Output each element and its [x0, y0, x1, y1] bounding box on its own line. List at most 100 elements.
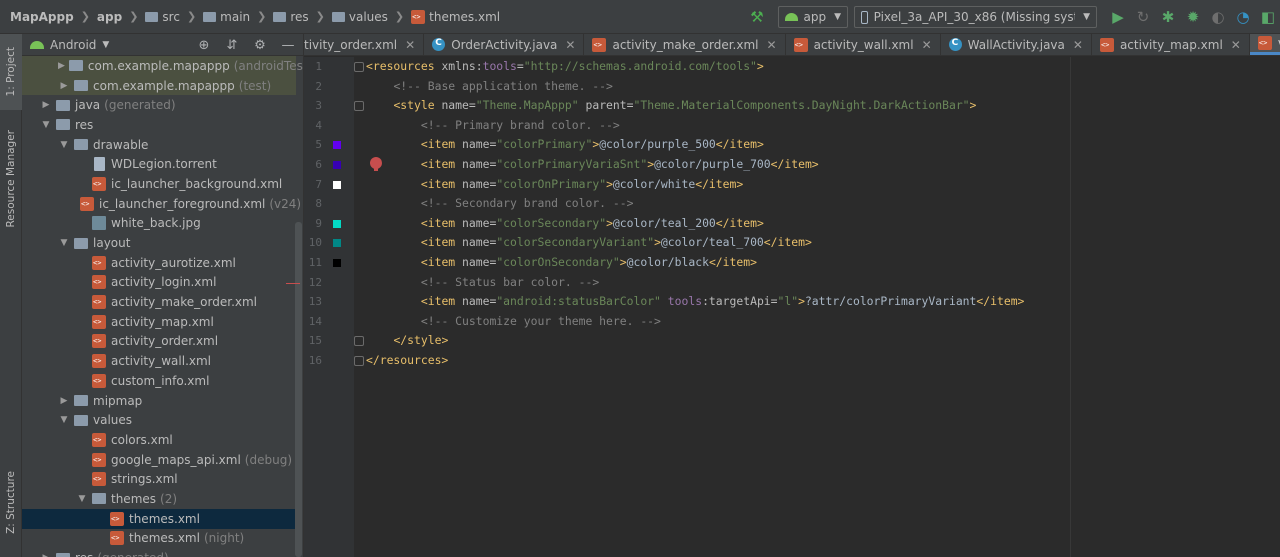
tree-item[interactable]: ▼ layout [22, 233, 296, 253]
device-dropdown[interactable]: Pixel_3a_API_30_x86 (Missing system ima.… [854, 6, 1097, 28]
project-view-selector[interactable]: Android [50, 38, 96, 52]
breadcrumb-item[interactable]: values ❯ [331, 10, 411, 24]
chevron-right-icon: ❯ [129, 10, 139, 23]
coverage-icon[interactable]: ◐ [1208, 7, 1228, 27]
color-swatch[interactable] [333, 161, 341, 169]
editor-tab[interactable]: WallActivity.java ✕ [941, 34, 1092, 55]
tree-item[interactable]: ic_launcher_foreground.xml(v24) [22, 194, 301, 214]
tree-item[interactable]: activity_aurotize.xml [22, 253, 296, 273]
tree-item[interactable]: ▶ java (generated) [22, 95, 296, 115]
tree-item[interactable]: activity_map.xml [22, 312, 296, 332]
code-token: > [606, 215, 613, 230]
expanded-arrow-icon[interactable]: ▼ [40, 120, 52, 130]
breadcrumb-item[interactable]: MapAppp ❯ [10, 10, 97, 24]
tree-item[interactable]: ic_launcher_background.xml [22, 174, 296, 194]
project-scrollbar[interactable] [295, 222, 302, 557]
tree-item[interactable]: colors.xml [22, 430, 296, 450]
tree-item[interactable]: activity_make_order.xml [22, 292, 296, 312]
tree-item[interactable]: google_maps_api.xml(debug) [22, 450, 296, 470]
fold-marker-icon[interactable] [354, 101, 364, 112]
resource-manager-label: Resource Manager [5, 130, 17, 228]
collapsed-arrow-icon[interactable]: ▶ [58, 396, 70, 406]
tree-item[interactable]: strings.xml [22, 469, 296, 489]
breadcrumb-item[interactable]: themes.xml [411, 9, 500, 24]
close-icon[interactable]: ✕ [1073, 38, 1083, 52]
close-icon[interactable]: ✕ [922, 38, 932, 52]
tree-item[interactable]: themes.xml(night) [22, 529, 296, 549]
breadcrumb-item[interactable]: src ❯ [145, 10, 203, 24]
color-swatch[interactable] [333, 180, 341, 189]
tree-item[interactable]: ▼ drawable [22, 135, 296, 155]
tree-item[interactable]: themes.xml [22, 508, 296, 529]
tree-item[interactable]: white_back.jpg [22, 214, 296, 234]
collapse-all-icon[interactable]: ⇵ [222, 38, 242, 53]
tree-item-label: activity_aurotize.xml [111, 255, 236, 270]
tree-item[interactable]: ▼ res [22, 115, 296, 135]
expanded-arrow-icon[interactable]: ▼ [58, 140, 70, 150]
tree-item[interactable]: ▶ mipmap [22, 391, 296, 411]
structure-tool-tab[interactable]: Z: Structure [0, 454, 22, 550]
collapsed-arrow-icon[interactable]: ▶ [58, 61, 65, 71]
collapsed-arrow-icon[interactable]: ▶ [58, 81, 70, 91]
color-swatch[interactable] [333, 259, 341, 267]
editor-tab[interactable]: activity_wall.xml ✕ [786, 34, 941, 55]
profile-icon[interactable]: ◔ [1233, 7, 1253, 27]
hide-icon[interactable]: — [278, 38, 298, 53]
tree-item[interactable]: WDLegion.torrent [22, 154, 296, 174]
line-number: 9 [315, 216, 322, 230]
fold-marker-icon[interactable] [354, 336, 364, 347]
debug-attach-icon[interactable]: ✹ [1183, 7, 1203, 27]
editor-tab[interactable]: activity_make_order.xml ✕ [584, 34, 786, 55]
code-token: name= [462, 137, 497, 152]
breadcrumb-item[interactable]: res ❯ [273, 10, 332, 24]
collapsed-arrow-icon[interactable]: ▶ [40, 553, 52, 557]
fold-marker-icon[interactable] [354, 356, 364, 366]
close-icon[interactable]: ✕ [565, 38, 575, 52]
tree-item[interactable]: activity_wall.xml [22, 351, 296, 371]
code-token: </item> [708, 255, 757, 269]
locate-icon[interactable]: ⊕ [194, 38, 214, 53]
close-icon[interactable]: ✕ [767, 38, 777, 52]
expanded-arrow-icon[interactable]: ▼ [58, 415, 70, 425]
editor-tab[interactable]: activity_map.xml ✕ [1092, 34, 1250, 55]
hammer-icon[interactable]: ⚒ [748, 8, 766, 26]
editor-tab[interactable]: values\themes.xml✕ [1249, 34, 1280, 55]
gear-icon[interactable]: ⚙ [250, 38, 270, 53]
collapsed-arrow-icon[interactable]: ▶ [40, 100, 52, 110]
folder-icon [74, 80, 88, 92]
rerun-icon[interactable]: ↻ [1133, 7, 1153, 27]
folder-icon [74, 395, 88, 407]
chevron-down-icon[interactable]: ▼ [102, 40, 109, 50]
resource-manager-tab[interactable]: Resource Manager [0, 124, 22, 234]
run-config-dropdown[interactable]: app ▼ [778, 6, 848, 28]
tree-item[interactable]: custom_info.xml [22, 371, 296, 391]
run-icon[interactable]: ▶ [1108, 7, 1128, 27]
breadcrumb-item[interactable]: app ❯ [97, 10, 146, 24]
debug-icon[interactable]: ✱ [1158, 7, 1178, 27]
close-icon[interactable]: ✕ [405, 38, 415, 52]
tree-item[interactable]: ▼ themes (2) [22, 489, 296, 509]
editor-tab[interactable]: tivity_order.xml ✕ [304, 34, 425, 55]
project-tool-tab[interactable]: 1: Project [0, 34, 22, 110]
tree-item[interactable]: ▼ values [22, 410, 296, 430]
editor-tab[interactable]: OrderActivity.java ✕ [424, 34, 585, 55]
tree-item[interactable]: ▶ com.example.mapappp(androidTest) [22, 56, 303, 76]
tree-item[interactable]: activity_order.xml [22, 332, 296, 352]
expanded-arrow-icon[interactable]: ▼ [76, 494, 88, 504]
fold-marker-icon[interactable] [354, 62, 364, 72]
sync-icon[interactable]: ◧ [1258, 7, 1278, 27]
color-swatch[interactable] [333, 141, 341, 150]
tree-item[interactable]: ▶ res (generated) [22, 548, 296, 557]
structure-tab-label: Z: Structure [5, 470, 17, 534]
tree-item[interactable]: activity_login.xml [22, 273, 296, 293]
close-icon[interactable]: ✕ [1231, 38, 1241, 52]
color-swatch[interactable] [333, 219, 341, 228]
tree-item[interactable]: ▶ com.example.mapappp (test) [22, 75, 296, 96]
color-swatch[interactable] [333, 239, 341, 248]
breadcrumb-item[interactable]: main ❯ [203, 10, 273, 24]
editor-tab-label: WallActivity.java [967, 37, 1065, 52]
expanded-arrow-icon[interactable]: ▼ [58, 238, 70, 248]
